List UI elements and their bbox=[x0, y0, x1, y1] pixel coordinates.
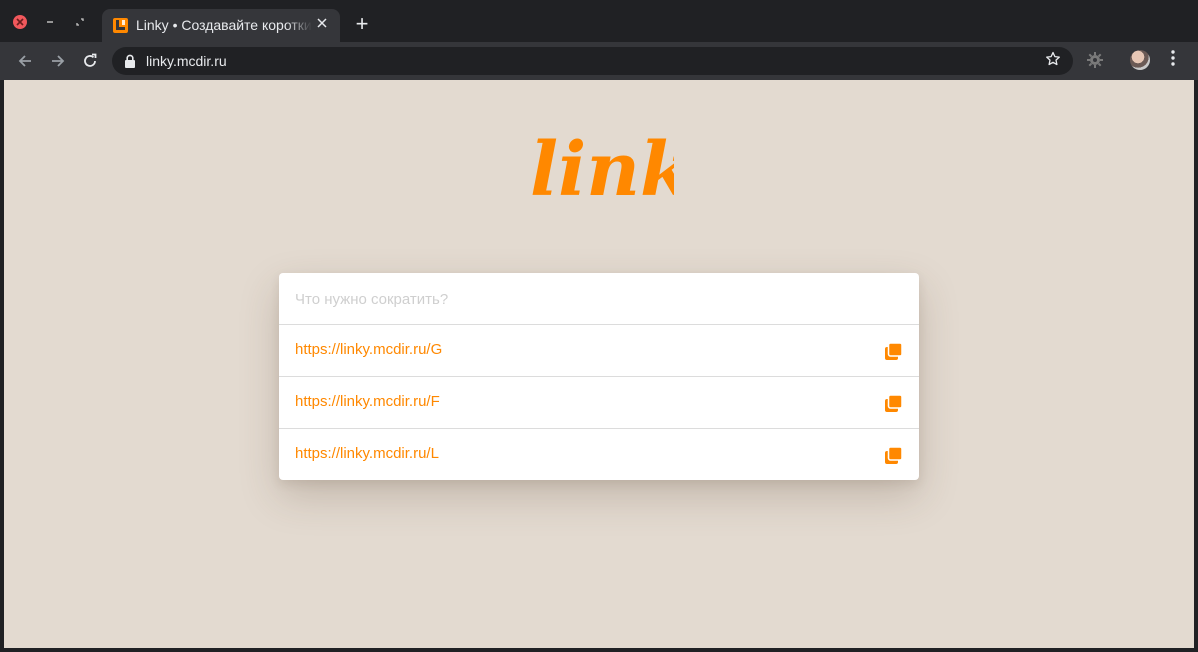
linky-favicon-icon bbox=[113, 18, 128, 33]
extension-button[interactable] bbox=[1086, 51, 1104, 69]
short-link[interactable]: https://linky.mcdir.ru/L bbox=[295, 445, 439, 462]
copy-icon[interactable] bbox=[885, 343, 902, 360]
more-vertical-icon bbox=[1171, 50, 1175, 66]
address-bar[interactable]: linky.mcdir.ru bbox=[112, 47, 1073, 75]
search-row bbox=[279, 273, 919, 325]
star-icon bbox=[1046, 51, 1060, 66]
window-minimize-button[interactable] bbox=[43, 15, 57, 29]
copy-icon[interactable] bbox=[885, 395, 902, 412]
url-input[interactable] bbox=[295, 288, 895, 310]
arrow-left-icon bbox=[18, 55, 31, 67]
tab-close-button[interactable] bbox=[314, 16, 330, 32]
close-icon bbox=[16, 18, 24, 26]
close-icon bbox=[317, 18, 327, 28]
link-row: https://linky.mcdir.ru/L bbox=[279, 428, 919, 480]
profile-avatar[interactable] bbox=[1130, 50, 1150, 70]
shortener-panel: https://linky.mcdir.ru/G https://linky.m… bbox=[279, 273, 919, 480]
reload-button[interactable] bbox=[80, 51, 100, 71]
short-link[interactable]: https://linky.mcdir.ru/F bbox=[295, 393, 440, 410]
new-tab-button[interactable]: + bbox=[352, 13, 372, 35]
reload-icon bbox=[84, 53, 97, 67]
link-row: https://linky.mcdir.ru/F bbox=[279, 376, 919, 428]
lock-icon bbox=[125, 54, 135, 68]
tab-title: Linky • Создавайте короткие ссылки bbox=[136, 17, 312, 35]
minimize-icon bbox=[47, 21, 53, 23]
copy-icon[interactable] bbox=[885, 447, 902, 464]
linky-logo: linky bbox=[530, 127, 674, 213]
short-link[interactable]: https://linky.mcdir.ru/G bbox=[295, 341, 442, 358]
tab-strip: Linky • Создавайте короткие ссылки + bbox=[0, 0, 1198, 42]
forward-button[interactable] bbox=[48, 51, 68, 71]
browser-menu-button[interactable] bbox=[1163, 50, 1183, 70]
window-maximize-button[interactable] bbox=[73, 15, 87, 29]
page-viewport: linky https://linky.mcdir.ru/G https://l… bbox=[4, 80, 1194, 648]
maximize-icon bbox=[76, 18, 84, 26]
bookmark-star-button[interactable] bbox=[1043, 51, 1063, 71]
tab-linky[interactable]: Linky • Создавайте короткие ссылки bbox=[102, 9, 340, 42]
arrow-right-icon bbox=[52, 55, 65, 67]
address-url[interactable]: linky.mcdir.ru bbox=[146, 53, 227, 69]
browser-toolbar: linky.mcdir.ru bbox=[0, 42, 1198, 80]
window-close-button[interactable] bbox=[13, 15, 27, 29]
gear-icon bbox=[1087, 52, 1103, 68]
link-row: https://linky.mcdir.ru/G bbox=[279, 325, 919, 377]
browser-window: Linky • Создавайте короткие ссылки + lin… bbox=[0, 0, 1198, 652]
logo-text: linky bbox=[530, 127, 674, 213]
back-button[interactable] bbox=[15, 51, 35, 71]
